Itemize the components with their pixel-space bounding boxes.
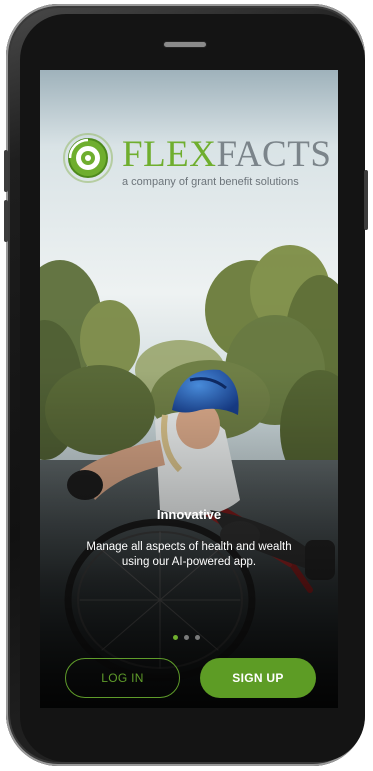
earpiece-speaker (164, 42, 206, 47)
brand-tagline: a company of grant benefit solutions (122, 176, 299, 188)
brand-name-part1: FLEX (122, 134, 217, 175)
page-dot-2[interactable] (184, 635, 189, 640)
slide-description: Manage all aspects of health and wealth … (86, 541, 292, 568)
page-dot-3[interactable] (195, 635, 200, 640)
brand-logo: FLEXFACTS a company of grant benefit sol… (62, 132, 332, 192)
slide-title: Innovative (156, 507, 222, 522)
volume-down-button (4, 200, 8, 242)
page-indicator (173, 635, 205, 643)
brand-name-part2: FACTS (216, 134, 332, 175)
app-screen: FLEXFACTS a company of grant benefit sol… (40, 70, 338, 708)
volume-up-button (4, 150, 8, 192)
page-dot-1[interactable] (173, 635, 178, 640)
logo-mark-icon (63, 133, 113, 183)
login-button[interactable]: LOG IN (65, 658, 180, 698)
brand-name: FLEXFACTS (122, 136, 331, 173)
signup-button[interactable]: SIGN UP (200, 658, 316, 698)
power-button (364, 170, 368, 230)
